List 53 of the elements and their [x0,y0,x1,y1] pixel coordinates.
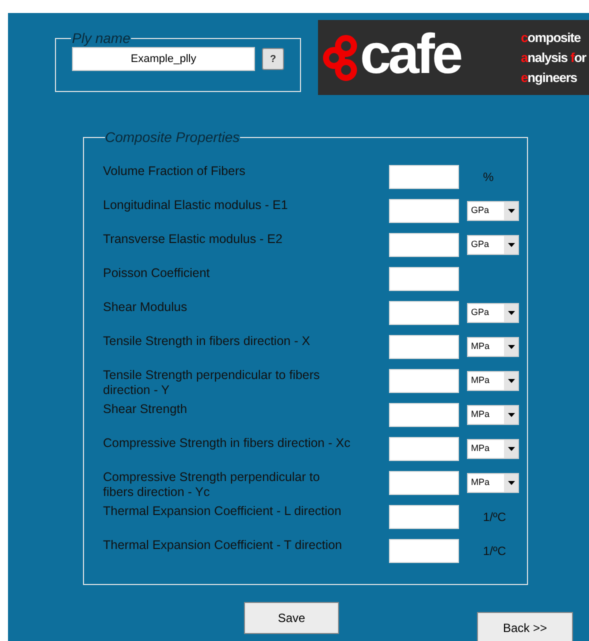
group-title: Composite Properties [105,128,240,147]
caret-icon [508,379,514,383]
unit-dropdown[interactable]: MPa [467,371,519,391]
caret-icon [508,209,514,213]
save-button[interactable]: Save [244,602,339,634]
property-field[interactable] [389,369,459,393]
unit-dropdown[interactable]: MPa [467,405,519,425]
property-label: Tensile Strength perpendicular to fibers direction - Y [103,368,321,398]
property-field[interactable] [389,335,459,359]
property-field[interactable] [389,471,459,495]
logo-wordmark: cafe [360,26,460,82]
caret-icon [508,413,514,417]
property-field[interactable] [389,233,459,257]
property-label: Thermal Expansion Coefficient - L direction [103,504,342,519]
caret-icon [508,345,514,349]
property-field[interactable] [389,267,459,291]
property-field[interactable] [389,301,459,325]
property-label: Compressive Strength in fibers direction - Xc [103,436,352,451]
unit-label: 1/ºC [482,510,506,524]
property-field[interactable] [389,437,459,461]
property-label: Longitudinal Elastic modulus - E1 [103,198,289,213]
property-field[interactable] [389,165,459,189]
logo-tagline: composite [520,28,582,47]
unit-dropdown[interactable]: GPa [467,235,519,255]
property-field[interactable] [389,505,459,529]
logo-tagline: analysis for [520,48,586,67]
property-label: Tensile Strength in fibers direction - X [103,334,312,349]
property-label: Compressive Strength perpendicular to fibers direction - Yc [103,470,321,500]
unit-dropdown[interactable]: GPa [467,201,519,221]
property-label: Shear Strength [103,402,188,417]
property-label: Poisson Coefficient [103,266,211,281]
logo-tagline: engineers [520,68,578,87]
caret-icon [508,447,514,451]
property-label: Volume Fraction of Fibers [103,164,246,179]
unit-dropdown[interactable]: MPa [467,473,519,493]
property-label: Shear Modulus [103,300,188,315]
property-label: Thermal Expansion Coefficient - T direction [103,538,344,553]
unit-dropdown[interactable]: MPa [467,439,519,459]
caret-icon [508,243,514,247]
unit-label: 1/ºC [482,544,506,558]
property-field[interactable] [389,199,459,223]
property-label: Transverse Elastic modulus - E2 [103,232,284,247]
ply-name-field[interactable]: Example_plly [72,47,255,71]
unit-dropdown[interactable]: MPa [467,337,519,357]
property-field[interactable] [389,403,459,427]
help-button[interactable]: ? [262,48,284,70]
unit-dropdown[interactable]: GPa [467,303,519,323]
caret-icon [508,311,514,315]
property-field[interactable] [389,539,459,563]
group-title: Ply name [71,29,132,48]
caret-icon [508,481,514,485]
back-button[interactable]: Back >> [477,612,573,641]
unit-label: % [482,170,494,184]
